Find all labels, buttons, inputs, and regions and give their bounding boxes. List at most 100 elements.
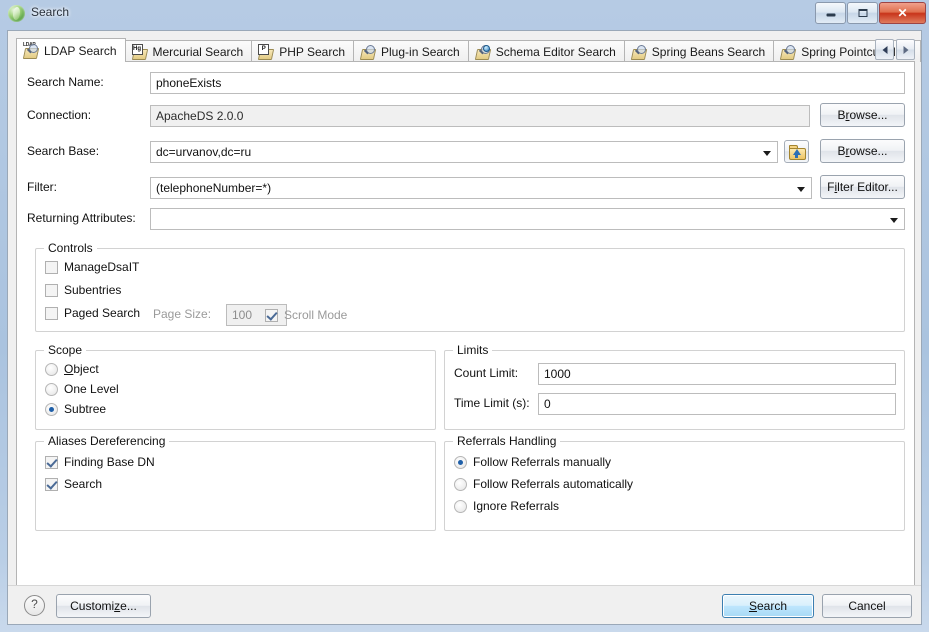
scope-option-subtree[interactable]: Subtree [45, 401, 106, 417]
tab-label: Schema Editor Search [495, 44, 616, 59]
finding-base-dn-label: Finding Base DN [64, 455, 155, 469]
subentries-checkbox[interactable]: Subentries [45, 282, 121, 298]
connection-browse-button[interactable]: Browse... [820, 103, 905, 127]
minimize-button[interactable] [815, 2, 846, 24]
ldap-search-icon: LDAP [22, 42, 40, 59]
limits-group: Limits Count Limit: 1000 Time Limit (s):… [444, 343, 905, 430]
filter-value: (telephoneNumber=*) [156, 181, 272, 195]
manage-dsait-checkbox[interactable]: ManageDsaIT [45, 259, 139, 275]
filter-combo[interactable]: (telephoneNumber=*) [150, 177, 812, 199]
chevron-down-icon [763, 151, 771, 156]
tab-php-search[interactable]: P PHP Search [251, 40, 355, 62]
limits-group-title: Limits [453, 343, 493, 357]
time-limit-input[interactable]: 0 [538, 393, 896, 415]
referrals-option-label: Follow Referrals manually [473, 455, 612, 469]
connection-value: ApacheDS 2.0.0 [150, 105, 810, 127]
search-base-combo[interactable]: dc=urvanov,dc=ru [150, 141, 778, 163]
tab-schema-editor-search[interactable]: Schema Editor Search [467, 40, 625, 62]
tab-spring-beans-search[interactable]: Spring Beans Search [623, 40, 775, 62]
referrals-option-label: Ignore Referrals [473, 499, 560, 513]
connection-label: Connection: [27, 108, 92, 122]
aliases-search-label: Search [64, 477, 103, 491]
manage-dsait-label: ManageDsaIT [64, 260, 140, 274]
tab-label: LDAP Search [44, 43, 117, 58]
tab-label: Mercurial Search [152, 44, 244, 59]
dialog-footer: ? Customize... Search Cancel [8, 585, 921, 624]
plugin-search-icon [359, 44, 377, 60]
radio-circle [45, 382, 58, 396]
returning-attributes-label: Returning Attributes: [27, 211, 136, 225]
count-limit-label: Count Limit: [454, 366, 519, 380]
finding-base-dn-checkbox[interactable]: Finding Base DN [45, 454, 155, 470]
radio-circle [45, 402, 58, 416]
tab-mercurial-search[interactable]: Hg Mercurial Search [124, 40, 253, 62]
tab-plugin-search[interactable]: Plug-in Search [353, 40, 469, 62]
php-search-icon: P [258, 43, 275, 60]
tab-label: PHP Search [279, 44, 346, 59]
search-base-picker-button[interactable] [784, 140, 809, 163]
referrals-option-automatic[interactable]: Follow Referrals automatically [454, 476, 633, 492]
scope-option-label: Subtree [64, 402, 107, 416]
window-title: Search [31, 5, 70, 19]
tab-scroll-left-icon[interactable] [875, 39, 894, 60]
returning-attributes-combo[interactable] [150, 208, 905, 230]
tab-bar: LDAP LDAP Search Hg Mercurial Search P P… [16, 38, 921, 62]
folder-up-icon [789, 145, 806, 160]
scope-option-one-level[interactable]: One Level [45, 381, 119, 397]
tab-list: LDAP LDAP Search Hg Mercurial Search P P… [16, 38, 921, 62]
title-bar: Search ✕ [0, 0, 929, 27]
search-button[interactable]: Search [722, 594, 814, 618]
search-name-label: Search Name: [27, 75, 104, 89]
tab-label: Plug-in Search [381, 44, 460, 59]
scroll-mode-label: Scroll Mode [284, 308, 348, 322]
customize-button[interactable]: Customize... [56, 594, 151, 618]
app-globe-icon [8, 5, 25, 22]
search-name-row: Search Name: phoneExists [17, 72, 914, 94]
schema-editor-search-icon [474, 44, 491, 60]
referrals-handling-group: Referrals Handling Follow Referrals manu… [444, 434, 905, 531]
window-controls: ✕ [814, 2, 926, 24]
controls-group: Controls ManageDsaIT Subentries Paged Se… [35, 241, 905, 332]
connection-row: Connection: ApacheDS 2.0.0 Browse... [17, 103, 914, 127]
spring-pointcut-search-icon [780, 44, 797, 60]
radio-circle [454, 477, 467, 491]
cancel-button[interactable]: Cancel [822, 594, 912, 618]
aliases-search-checkbox[interactable]: Search [45, 476, 102, 492]
chevron-down-icon [890, 218, 898, 223]
search-base-browse-button[interactable]: Browse... [820, 139, 905, 163]
tab-label: Spring Beans Search [651, 44, 766, 59]
filter-label: Filter: [27, 180, 57, 194]
tab-ldap-search[interactable]: LDAP LDAP Search [16, 38, 126, 62]
radio-circle [45, 362, 58, 376]
tab-scroll-right-icon[interactable] [896, 39, 915, 60]
referrals-option-label: Follow Referrals automatically [473, 477, 634, 491]
scope-option-object[interactable]: Object [45, 361, 99, 377]
aliases-group-title: Aliases Dereferencing [44, 434, 170, 448]
count-limit-input[interactable]: 1000 [538, 363, 896, 385]
checkbox-box [265, 308, 278, 322]
scope-option-label: Object [64, 362, 99, 376]
paged-search-label: Paged Search [64, 306, 141, 320]
dialog-body: LDAP LDAP Search Hg Mercurial Search P P… [7, 30, 922, 625]
search-name-input[interactable]: phoneExists [150, 72, 905, 94]
scope-group-title: Scope [44, 343, 87, 357]
search-base-value: dc=urvanov,dc=ru [156, 145, 252, 159]
checkbox-box [45, 260, 58, 274]
radio-circle [454, 499, 467, 513]
maximize-button[interactable] [847, 2, 878, 24]
scope-group: Scope Object One Level Subtree [35, 343, 436, 430]
ldap-search-tab-page: Search Name: phoneExists Connection: Apa… [16, 61, 915, 586]
cancel-button-label: Cancel [848, 599, 886, 613]
filter-editor-button[interactable]: Filter Editor... [820, 175, 905, 199]
referrals-option-manual[interactable]: Follow Referrals manually [454, 454, 611, 470]
referrals-option-ignore[interactable]: Ignore Referrals [454, 498, 559, 514]
chevron-down-icon [797, 187, 805, 192]
search-base-row: Search Base: dc=urvanov,dc=ru Browse... [17, 139, 914, 163]
paged-search-checkbox[interactable]: Paged Search [45, 305, 140, 321]
subentries-label: Subentries [64, 283, 122, 297]
aliases-dereferencing-group: Aliases Dereferencing Finding Base DN Se… [35, 434, 436, 531]
referrals-group-title: Referrals Handling [453, 434, 561, 448]
help-icon[interactable]: ? [24, 595, 45, 616]
close-button[interactable]: ✕ [879, 2, 926, 24]
scope-option-label: One Level [64, 382, 119, 396]
